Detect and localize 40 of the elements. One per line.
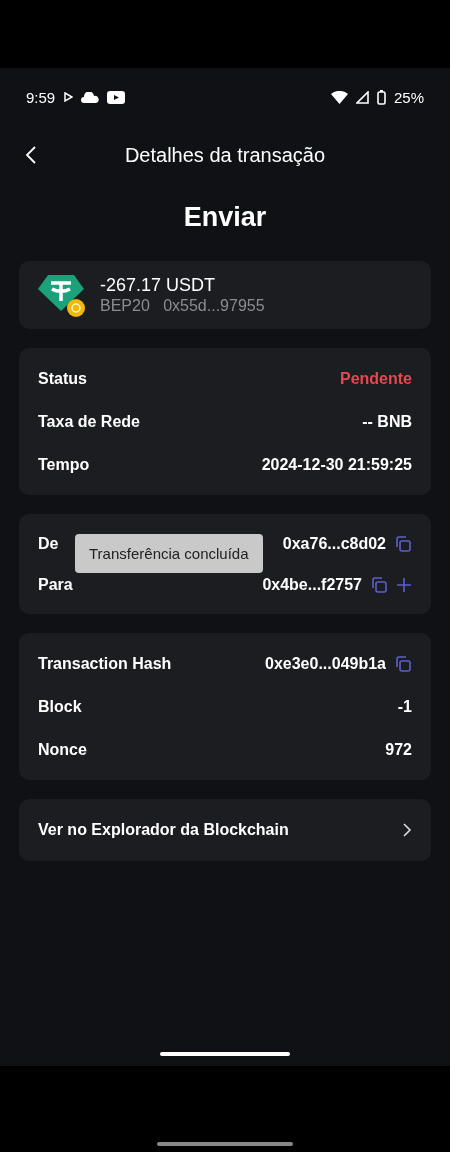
copy-icon [394, 534, 412, 553]
detail-label: Para [38, 575, 73, 594]
copy-icon [370, 575, 388, 594]
wifi-icon [330, 90, 348, 104]
detail-value: -1 [397, 697, 412, 716]
detail-value: 0xe3e0...049b1a [265, 654, 386, 673]
toast-message: Transferência concluída [75, 534, 263, 573]
copy-button[interactable] [394, 534, 412, 553]
network-address: BEP20 0x55d...97955 [100, 297, 265, 315]
play-icon [63, 92, 74, 102]
copy-button[interactable] [370, 575, 388, 594]
amount: -267.17 USDT [100, 275, 217, 296]
chevron-right-icon [402, 823, 412, 837]
signal-icon [355, 90, 369, 104]
transaction-type: Enviar [182, 202, 268, 233]
detail-label: Nonce [38, 740, 87, 759]
detail-label: Block [38, 697, 82, 716]
add-icon [396, 576, 412, 593]
detail-value: 2024-12-30 21:59:25 [261, 455, 412, 474]
token-icon [38, 273, 86, 317]
battery-icon [376, 89, 386, 105]
detail-label: Status [38, 369, 87, 388]
detail-label: Transaction Hash [38, 654, 172, 673]
detail-value: Pendente [340, 369, 412, 388]
detail-value: -- BNB [362, 412, 412, 431]
detail-value: 972 [385, 740, 412, 759]
detail-label: De [38, 534, 59, 553]
clock-time: 9:59 [26, 88, 56, 106]
copy-icon [394, 654, 412, 673]
detail-value: 0x4be...f2757 [262, 575, 362, 594]
copy-button[interactable] [394, 654, 412, 673]
explorer-link[interactable]: Ver no Explorador da Blockchain [19, 799, 431, 861]
page-title: Detalhes da transação [124, 143, 326, 167]
detail-label: Tempo [38, 455, 90, 474]
detail-value: 0xa76...c8d02 [282, 534, 386, 553]
battery-level: 25% [393, 88, 424, 106]
video-icon [107, 90, 126, 104]
cloud-icon [81, 91, 100, 103]
detail-label: Taxa de Rede [38, 412, 140, 431]
add-button[interactable] [396, 576, 412, 593]
